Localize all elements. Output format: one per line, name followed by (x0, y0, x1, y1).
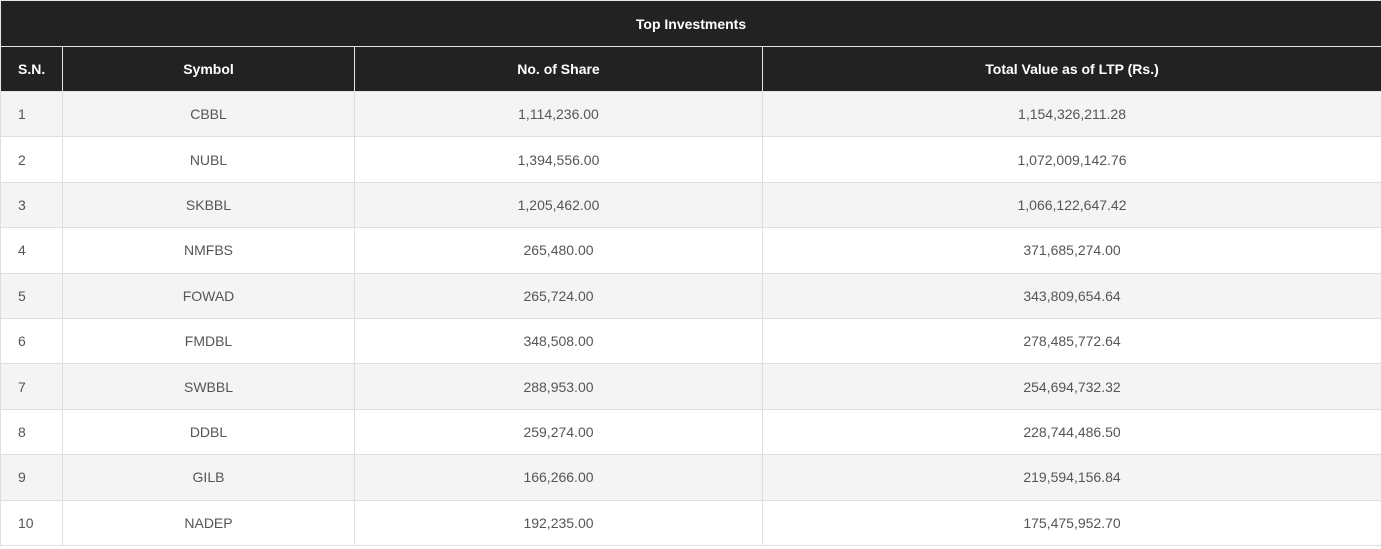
cell-value: 278,485,772.64 (761, 318, 1381, 365)
cell-sn: 3 (0, 182, 63, 229)
cell-value: 254,694,732.32 (761, 363, 1381, 410)
cell-symbol: SKBBL (62, 182, 355, 229)
table-title: Top Investments (0, 0, 1381, 47)
cell-value: 343,809,654.64 (761, 273, 1381, 319)
column-header-value: Total Value as of LTP (Rs.) (761, 46, 1381, 92)
cell-value: 1,072,009,142.76 (761, 136, 1381, 183)
cell-sn: 10 (0, 500, 63, 546)
cell-value: 175,475,952.70 (761, 500, 1381, 546)
cell-sn: 1 (0, 91, 63, 138)
cell-shares: 1,114,236.00 (354, 91, 763, 138)
table-row: 10 NADEP 192,235.00 175,475,952.70 (0, 500, 1381, 546)
top-investments-table: Top Investments S.N. Symbol No. of Share… (0, 0, 1381, 546)
cell-sn: 2 (0, 136, 63, 183)
table-row: 5 FOWAD 265,724.00 343,809,654.64 (0, 273, 1381, 319)
cell-shares: 265,480.00 (354, 227, 763, 274)
cell-symbol: CBBL (62, 91, 355, 138)
cell-shares: 259,274.00 (354, 409, 763, 456)
cell-symbol: FOWAD (62, 273, 355, 319)
cell-symbol: GILB (62, 454, 355, 501)
cell-sn: 5 (0, 273, 63, 319)
table-row: 7 SWBBL 288,953.00 254,694,732.32 (0, 363, 1381, 410)
table-row: 8 DDBL 259,274.00 228,744,486.50 (0, 409, 1381, 456)
cell-symbol: NUBL (62, 136, 355, 183)
cell-sn: 7 (0, 363, 63, 410)
cell-shares: 192,235.00 (354, 500, 763, 546)
column-header-sn: S.N. (0, 46, 63, 92)
cell-shares: 1,205,462.00 (354, 182, 763, 229)
cell-sn: 6 (0, 318, 63, 365)
cell-value: 1,154,326,211.28 (761, 91, 1381, 138)
cell-symbol: FMDBL (62, 318, 355, 365)
cell-symbol: NADEP (62, 500, 355, 546)
table-row: 1 CBBL 1,114,236.00 1,154,326,211.28 (0, 91, 1381, 138)
cell-value: 219,594,156.84 (761, 454, 1381, 501)
cell-symbol: SWBBL (62, 363, 355, 410)
table-header-row: S.N. Symbol No. of Share Total Value as … (0, 46, 1381, 92)
table-row: 4 NMFBS 265,480.00 371,685,274.00 (0, 227, 1381, 274)
table-body: 1 CBBL 1,114,236.00 1,154,326,211.28 2 NUBL 1,… (0, 91, 1381, 546)
top-investments-panel: Top Investments S.N. Symbol No. of Share… (0, 0, 1381, 549)
cell-shares: 1,394,556.00 (354, 136, 763, 183)
cell-symbol: DDBL (62, 409, 355, 456)
table-title-row: Top Investments (0, 0, 1381, 47)
cell-sn: 4 (0, 227, 63, 274)
cell-sn: 8 (0, 409, 63, 456)
column-header-shares: No. of Share (354, 46, 763, 92)
table-row: 2 NUBL 1,394,556.00 1,072,009,142.76 (0, 136, 1381, 183)
cell-value: 1,066,122,647.42 (761, 182, 1381, 229)
table-row: 6 FMDBL 348,508.00 278,485,772.64 (0, 318, 1381, 365)
cell-sn: 9 (0, 454, 63, 501)
table-row: 3 SKBBL 1,205,462.00 1,066,122,647.42 (0, 182, 1381, 229)
cell-shares: 265,724.00 (354, 273, 763, 319)
table-row: 9 GILB 166,266.00 219,594,156.84 (0, 454, 1381, 501)
cell-shares: 166,266.00 (354, 454, 763, 501)
cell-symbol: NMFBS (62, 227, 355, 274)
column-header-symbol: Symbol (62, 46, 355, 92)
cell-shares: 288,953.00 (354, 363, 763, 410)
cell-value: 228,744,486.50 (761, 409, 1381, 456)
cell-value: 371,685,274.00 (761, 227, 1381, 274)
cell-shares: 348,508.00 (354, 318, 763, 365)
